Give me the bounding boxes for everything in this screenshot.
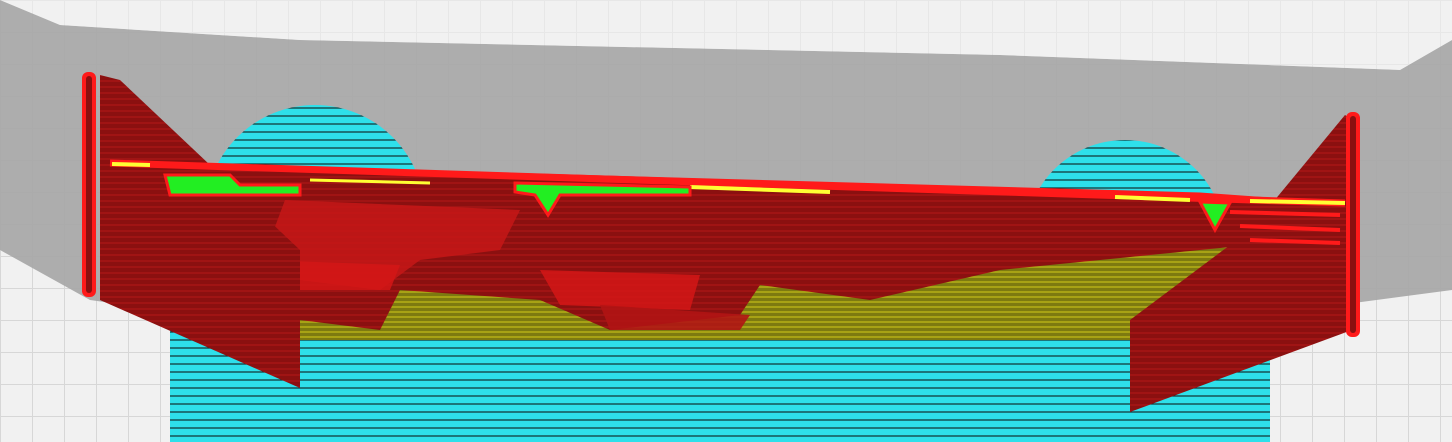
layer-preview-viewport[interactable] [0,0,1452,442]
slice-view [0,0,1452,442]
